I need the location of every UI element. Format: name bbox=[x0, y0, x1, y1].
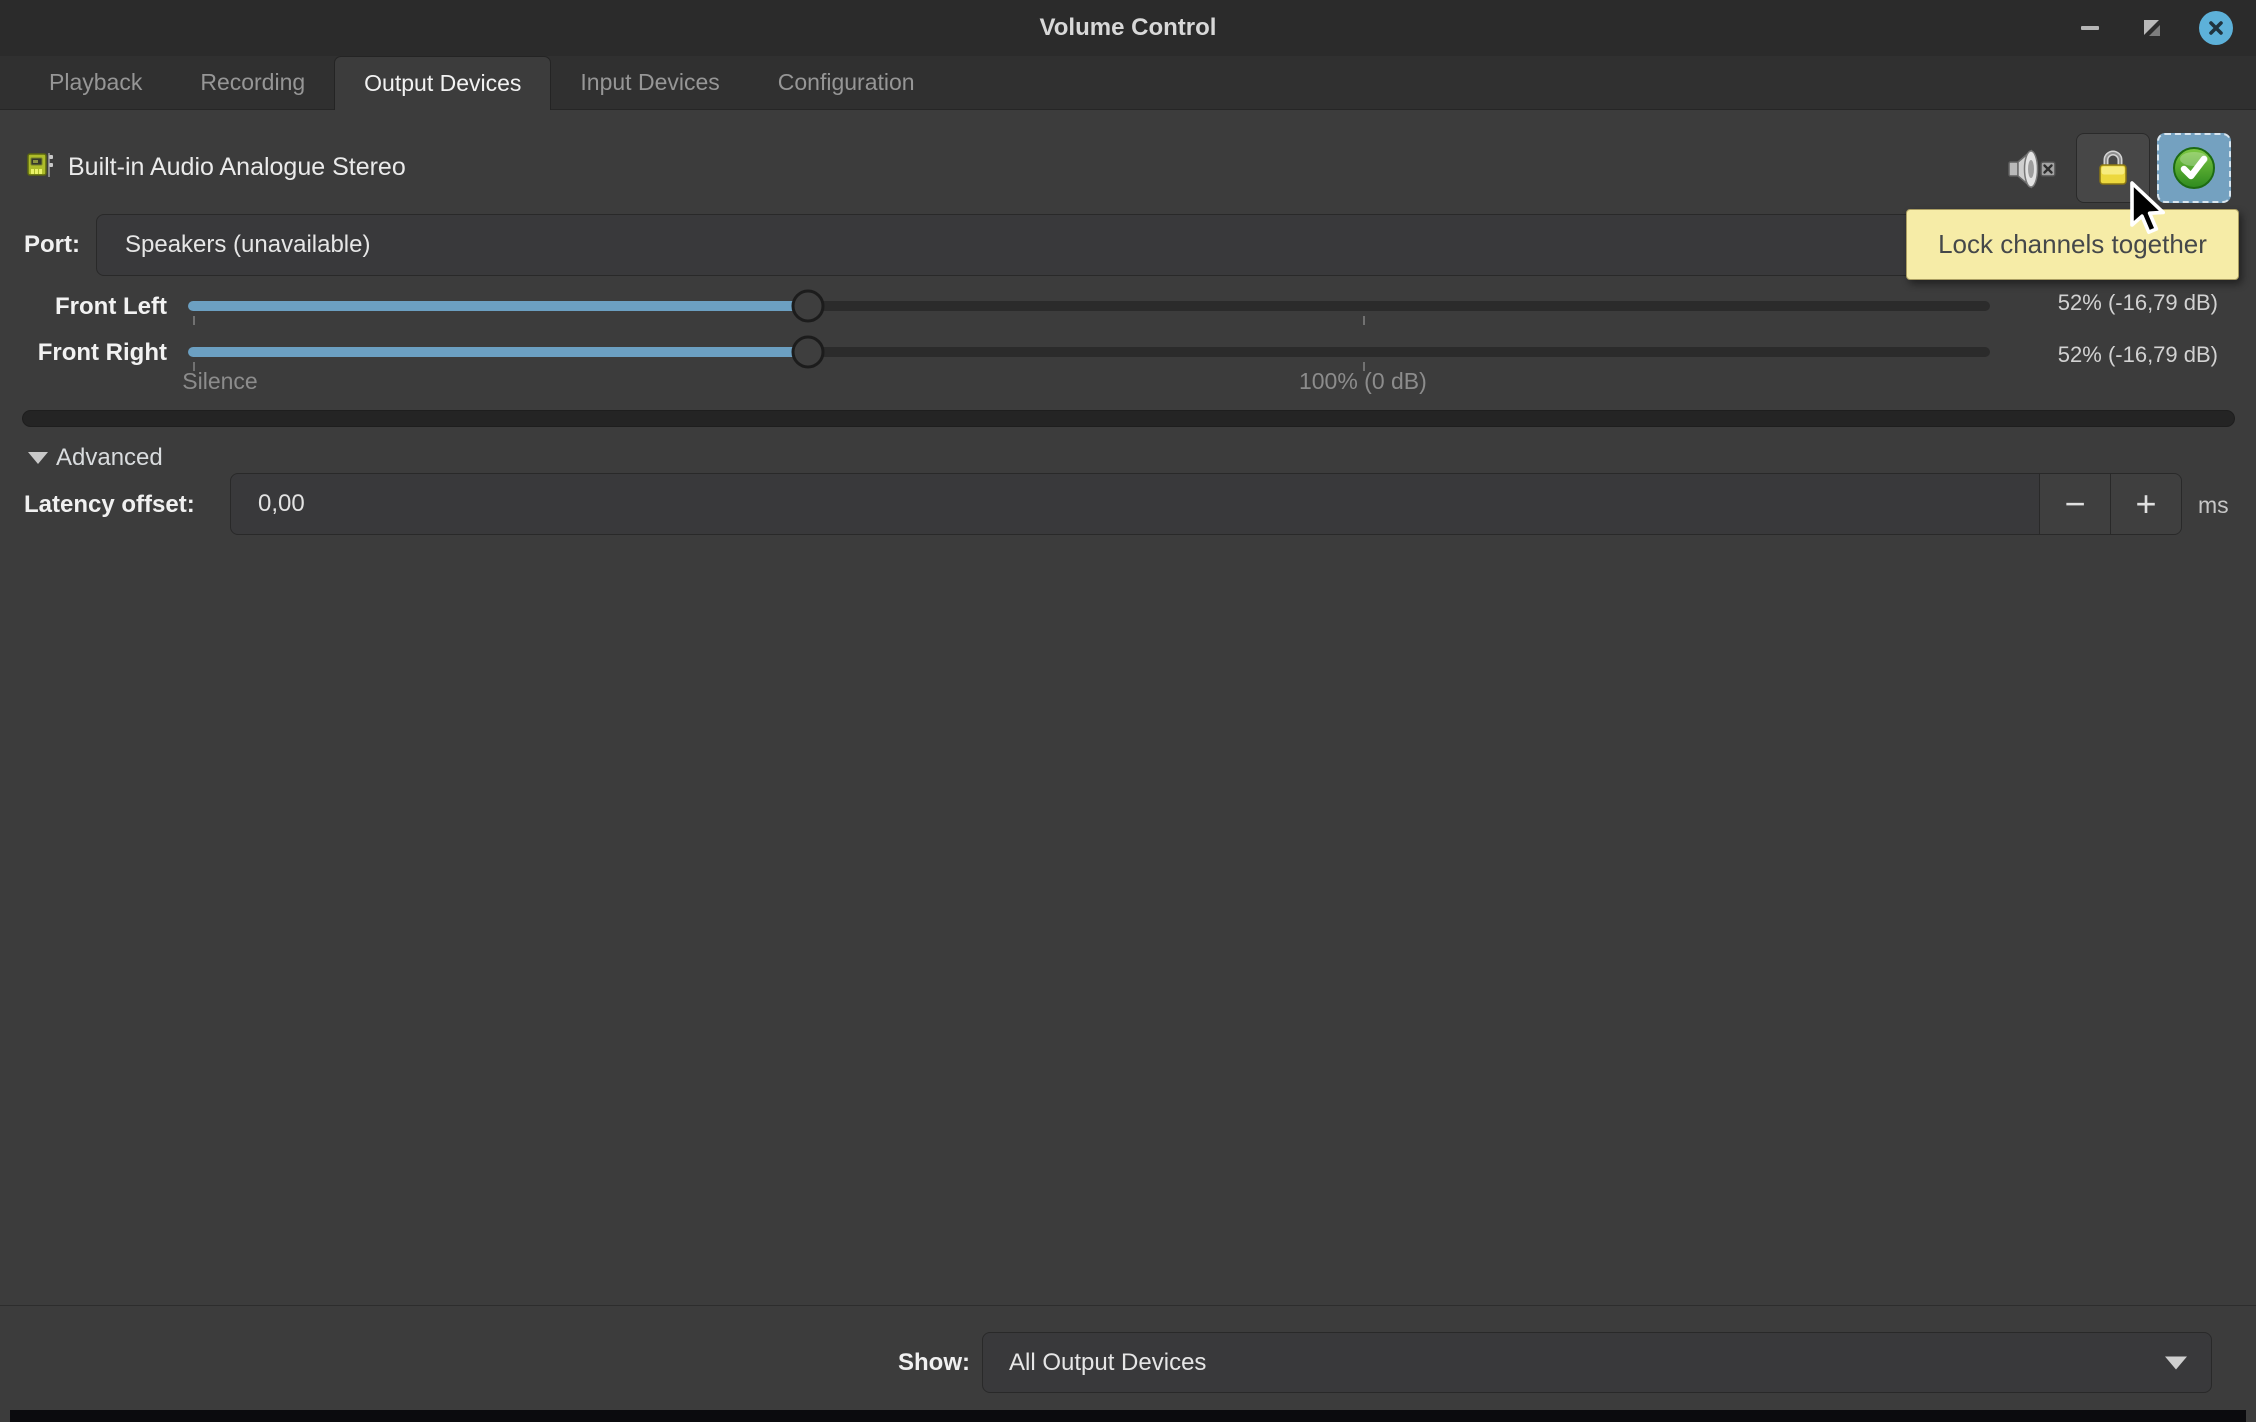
window-title: Volume Control bbox=[0, 0, 2256, 56]
minimize-icon bbox=[2081, 26, 2099, 30]
close-icon bbox=[2199, 11, 2233, 45]
slider-scale-labels: Silence 100% (0 dB) bbox=[188, 368, 1990, 394]
minimize-button[interactable] bbox=[2066, 0, 2114, 56]
tab-output-devices[interactable]: Output Devices bbox=[334, 56, 551, 110]
volume-slider-front-right[interactable] bbox=[188, 347, 1990, 357]
advanced-label: Advanced bbox=[56, 444, 163, 472]
peak-level-meter bbox=[22, 410, 2235, 427]
mouse-cursor bbox=[2126, 181, 2170, 243]
tab-recording[interactable]: Recording bbox=[171, 56, 334, 109]
tab-playback[interactable]: Playback bbox=[20, 56, 171, 109]
advanced-expander[interactable]: Advanced bbox=[28, 444, 163, 472]
titlebar: Volume Control bbox=[0, 0, 2256, 56]
restore-button[interactable] bbox=[2128, 0, 2176, 56]
slider-fill bbox=[188, 347, 808, 357]
sound-card-icon bbox=[26, 150, 56, 180]
slider-thumb[interactable] bbox=[791, 290, 824, 323]
channel-value-front-left: 52% (-16,79 dB) bbox=[2058, 290, 2218, 316]
tab-configuration[interactable]: Configuration bbox=[749, 56, 944, 109]
green-check-icon bbox=[2170, 144, 2218, 192]
tab-configuration-label: Configuration bbox=[778, 69, 915, 96]
volume-slider-front-left[interactable] bbox=[188, 301, 1990, 311]
tab-input-devices[interactable]: Input Devices bbox=[551, 56, 748, 109]
latency-increment-button[interactable]: + bbox=[2110, 474, 2181, 534]
latency-decrement-button[interactable]: − bbox=[2039, 474, 2110, 534]
volume-control-window: Volume Control Playback Recording Output… bbox=[0, 0, 2256, 1422]
close-button[interactable] bbox=[2192, 0, 2240, 56]
tab-bar: Playback Recording Output Devices Input … bbox=[0, 56, 2256, 110]
latency-value: 0,00 bbox=[258, 490, 305, 518]
channel-value-front-right: 52% (-16,79 dB) bbox=[2058, 342, 2218, 368]
restore-icon bbox=[2142, 18, 2162, 38]
slider-thumb[interactable] bbox=[791, 336, 824, 369]
expander-arrow-icon bbox=[28, 452, 48, 464]
tick-100 bbox=[1363, 316, 1365, 325]
bottom-edge-strip bbox=[10, 1410, 2246, 1422]
latency-input[interactable]: 0,00 bbox=[231, 474, 2039, 534]
show-label: Show: bbox=[760, 1349, 970, 1377]
channel-label-front-right: Front Right bbox=[0, 339, 167, 367]
tab-input-devices-label: Input Devices bbox=[580, 69, 719, 96]
latency-unit-label: ms bbox=[2198, 492, 2229, 519]
latency-offset-label: Latency offset: bbox=[24, 491, 195, 519]
tab-recording-label: Recording bbox=[200, 69, 305, 96]
chevron-down-icon bbox=[2165, 1356, 2187, 1369]
slider-fill bbox=[188, 301, 808, 311]
port-label: Port: bbox=[24, 231, 80, 259]
device-name: Built-in Audio Analogue Stereo bbox=[68, 153, 406, 182]
latency-spinbox: 0,00 − + bbox=[230, 473, 2182, 535]
show-dropdown-value: All Output Devices bbox=[1009, 1349, 1206, 1377]
tab-output-devices-label: Output Devices bbox=[364, 70, 521, 97]
mute-toggle-icon[interactable] bbox=[2000, 147, 2058, 191]
silence-mark-label: Silence bbox=[182, 368, 257, 395]
port-dropdown-value: Speakers (unavailable) bbox=[125, 231, 370, 259]
hundred-percent-mark-label: 100% (0 dB) bbox=[1299, 368, 1427, 395]
tab-playback-label: Playback bbox=[49, 69, 142, 96]
tooltip: Lock channels together bbox=[1906, 209, 2239, 280]
channel-label-front-left: Front Left bbox=[0, 293, 167, 321]
show-dropdown[interactable]: All Output Devices bbox=[982, 1332, 2212, 1393]
tick-silence bbox=[193, 316, 195, 325]
